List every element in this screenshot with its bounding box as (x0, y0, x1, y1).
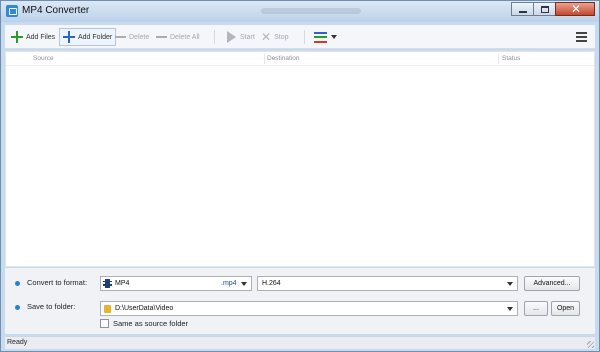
format-name: MP4 (115, 280, 130, 287)
toolbar-separator (304, 30, 305, 44)
resize-grip-icon[interactable] (587, 341, 594, 348)
bullet-icon (15, 281, 20, 286)
stop-label: Stop (274, 33, 289, 41)
codec-select[interactable]: H.264 (257, 276, 518, 291)
add-files-button[interactable]: Add Files (11, 28, 55, 46)
minimize-button[interactable] (511, 2, 534, 16)
output-settings-panel: Convert to format: MP4 .mp4 H.264 Advanc… (5, 268, 595, 334)
add-folder-label: Add Folder (78, 33, 113, 41)
delete-all-icon (156, 36, 167, 38)
play-icon (227, 31, 236, 43)
delete-all-button[interactable]: Delete All (156, 28, 200, 46)
chevron-down-icon (507, 307, 513, 311)
browse-button[interactable]: ... (524, 301, 548, 316)
view-bar-green (314, 36, 327, 38)
chevron-down-icon (331, 35, 337, 39)
format-select[interactable]: MP4 .mp4 (100, 276, 252, 291)
toolbar: Add Files Add Folder Delete Delete All S… (5, 25, 595, 49)
minimize-icon (519, 11, 527, 13)
view-list-icon (314, 31, 327, 43)
same-as-source-checkbox[interactable] (100, 319, 109, 328)
close-button[interactable]: ✕ (555, 2, 595, 16)
bullet-icon (15, 305, 20, 310)
maximize-button[interactable] (533, 2, 556, 16)
save-folder-select[interactable]: D:\UserData\Video (100, 301, 518, 316)
close-icon: ✕ (571, 2, 582, 16)
film-icon (103, 279, 112, 288)
delete-all-label: Delete All (170, 33, 200, 41)
delete-icon (115, 36, 126, 38)
app-window: MP4 Converter ✕ Add Files Add Folder Del… (0, 0, 600, 352)
stop-button[interactable]: ✕ Stop (261, 28, 288, 46)
view-bar-red (314, 40, 327, 43)
title-bar-blur (261, 8, 361, 14)
menu-line (576, 32, 587, 34)
stop-icon: ✕ (261, 30, 272, 44)
window-title: MP4 Converter (22, 5, 90, 16)
toolbar-separator (214, 30, 215, 44)
maximize-icon (541, 6, 549, 13)
convert-format-label: Convert to format: (27, 278, 88, 287)
add-files-icon (11, 31, 23, 43)
window-controls: ✕ (511, 2, 595, 16)
column-source[interactable]: Source (33, 55, 54, 62)
column-status[interactable]: Status (502, 55, 520, 62)
column-destination[interactable]: Destination (267, 55, 300, 62)
column-divider (264, 54, 265, 64)
menu-line (576, 36, 587, 38)
file-list[interactable]: Source Destination Status (5, 51, 595, 267)
menu-line (576, 40, 587, 42)
hamburger-menu-icon[interactable] (576, 32, 587, 42)
app-icon (6, 5, 18, 17)
chevron-down-icon (241, 282, 247, 286)
advanced-button[interactable]: Advanced... (524, 276, 580, 291)
status-bar: Ready (5, 336, 595, 349)
view-menu-button[interactable] (314, 28, 337, 46)
title-bar[interactable]: MP4 Converter ✕ (1, 1, 599, 22)
save-folder-label: Save to folder: (27, 302, 76, 311)
status-text: Ready (7, 339, 28, 346)
start-label: Start (240, 33, 255, 41)
chevron-down-icon (507, 282, 513, 286)
add-folder-icon (63, 31, 75, 43)
save-folder-path: D:\UserData\Video (115, 305, 174, 312)
delete-label: Delete (129, 33, 150, 41)
add-folder-button[interactable]: Add Folder (59, 28, 117, 46)
codec-value: H.264 (262, 280, 281, 287)
format-extension: .mp4 (221, 280, 237, 287)
file-list-header: Source Destination Status (6, 52, 594, 66)
delete-button[interactable]: Delete (115, 28, 149, 46)
add-files-label: Add Files (26, 33, 56, 41)
folder-icon (104, 305, 111, 313)
column-divider (498, 54, 499, 64)
open-folder-button[interactable]: Open (551, 301, 580, 316)
start-button[interactable]: Start (227, 28, 255, 46)
same-as-source-label[interactable]: Same as source folder (113, 319, 188, 328)
view-bar-blue (314, 31, 327, 34)
